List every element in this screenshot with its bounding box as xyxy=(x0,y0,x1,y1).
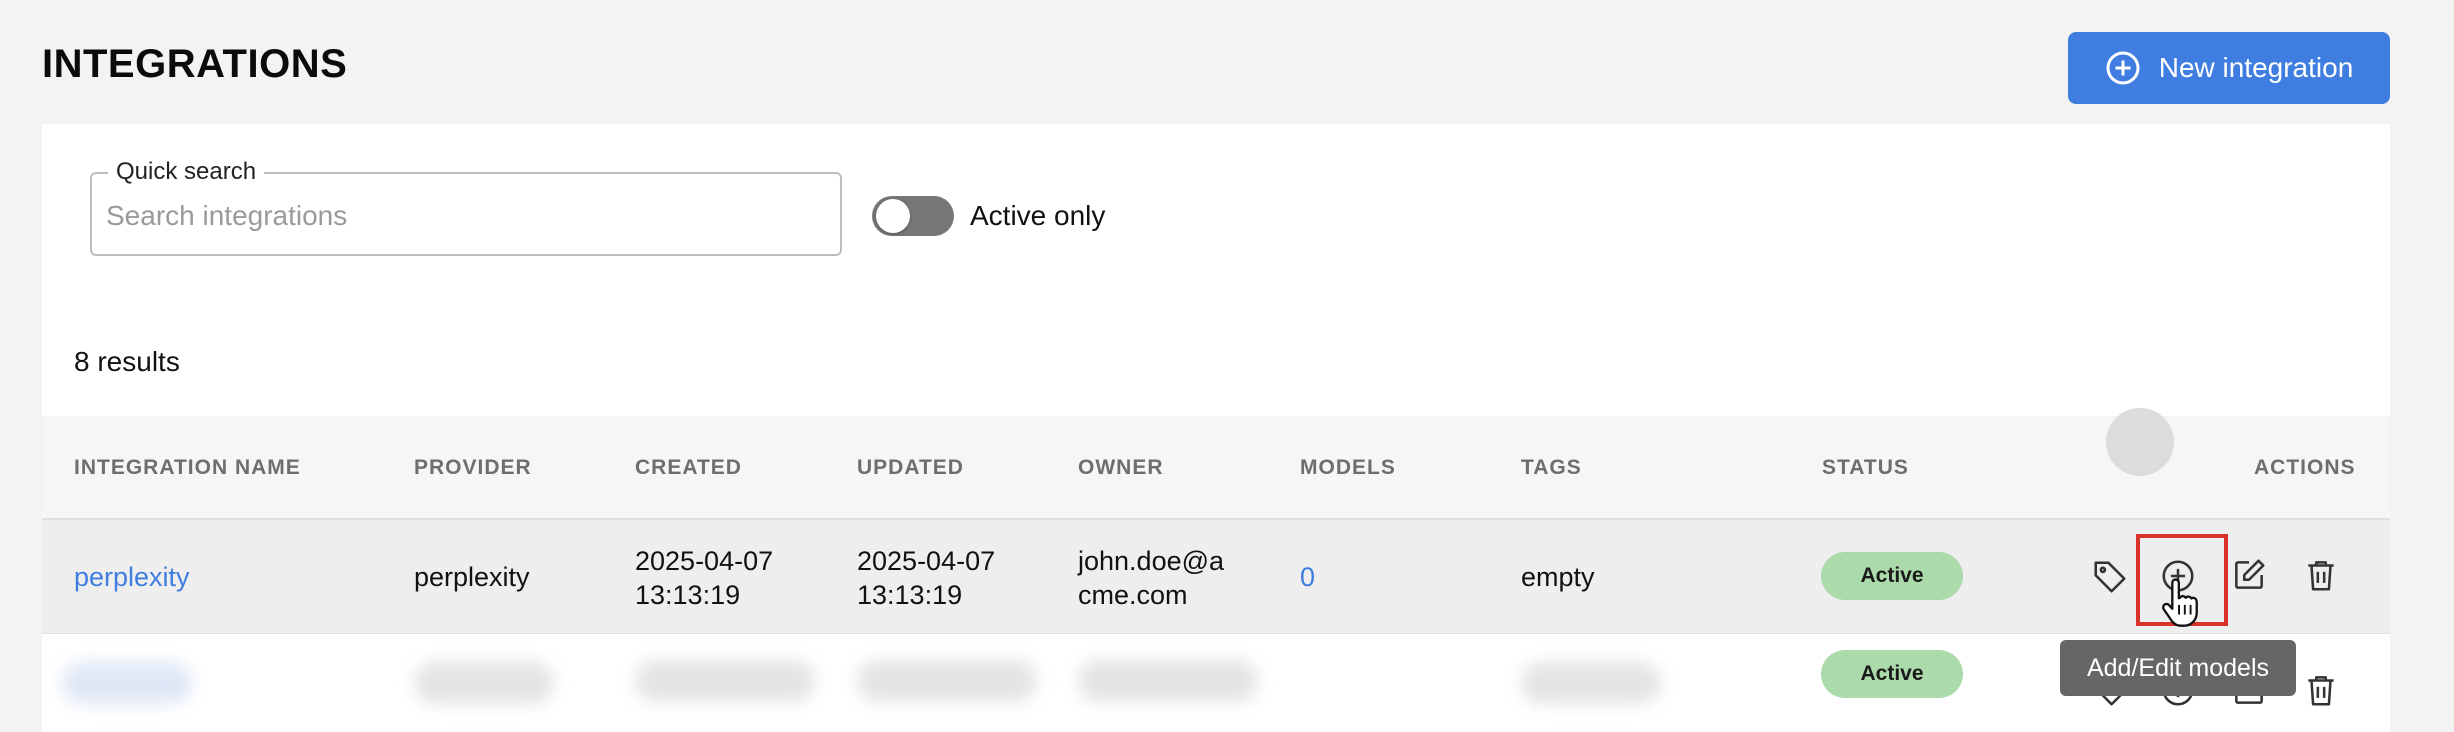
trash-icon[interactable] xyxy=(2299,668,2343,712)
owner-line2: cme.com xyxy=(1078,580,1188,610)
column-actions: ACTIONS xyxy=(2254,456,2356,479)
active-only-toggle[interactable] xyxy=(872,196,954,236)
results-count: 8 results xyxy=(74,346,180,377)
table-row[interactable]: Active xyxy=(42,634,2390,732)
integration-name-link[interactable]: perplexity xyxy=(74,560,190,594)
edit-icon[interactable] xyxy=(2227,553,2271,597)
status-badge: Active xyxy=(1821,552,1963,600)
column-updated[interactable]: UPDATED xyxy=(857,456,964,480)
tags-cell: empty xyxy=(1521,562,1595,592)
blurred-updated xyxy=(857,660,1037,702)
status-badge: Active xyxy=(1821,650,1963,698)
blurred-created xyxy=(635,660,815,702)
new-integration-button[interactable]: New integration xyxy=(2068,32,2390,104)
page-title: INTEGRATIONS xyxy=(42,42,348,86)
plus-circle-icon xyxy=(2106,51,2140,85)
column-tags[interactable]: TAGS xyxy=(1521,456,1582,480)
created-cell: 2025-04-07 13:13:19 xyxy=(635,544,773,612)
hand-cursor-icon xyxy=(2162,578,2198,627)
toggle-knob xyxy=(876,199,910,233)
column-status[interactable]: STATUS xyxy=(1822,456,1909,480)
column-integration-name[interactable]: INTEGRATION NAME xyxy=(74,456,301,480)
created-time: 13:13:19 xyxy=(635,580,741,610)
updated-date: 2025-04-07 xyxy=(857,546,996,576)
search-input[interactable] xyxy=(106,196,806,236)
integrations-card: Quick search Active only 8 results INTEG… xyxy=(42,124,2390,732)
blurred-tags xyxy=(1521,662,1661,704)
updated-time: 13:13:19 xyxy=(857,580,963,610)
column-owner[interactable]: OWNER xyxy=(1078,456,1164,480)
column-models[interactable]: MODELS xyxy=(1300,456,1396,480)
owner-line1: john.doe@a xyxy=(1078,546,1225,576)
blurred-name xyxy=(62,662,192,704)
quick-search-field[interactable]: Quick search xyxy=(90,158,842,256)
column-created[interactable]: CREATED xyxy=(635,456,742,480)
trash-icon[interactable] xyxy=(2299,553,2343,597)
new-integration-label: New integration xyxy=(2158,52,2354,83)
active-only-label: Active only xyxy=(970,200,1106,231)
created-date: 2025-04-07 xyxy=(635,546,774,576)
table-header: INTEGRATION NAME PROVIDER CREATED UPDATE… xyxy=(42,416,2390,520)
hover-highlight xyxy=(2106,408,2174,476)
updated-cell: 2025-04-07 13:13:19 xyxy=(857,544,995,612)
blurred-owner xyxy=(1078,660,1258,702)
owner-cell: john.doe@a cme.com xyxy=(1078,544,1224,612)
tooltip: Add/Edit models xyxy=(2060,640,2296,696)
quick-search-label: Quick search xyxy=(108,158,265,186)
models-count-link[interactable]: 0 xyxy=(1300,560,1315,594)
tag-icon[interactable] xyxy=(2088,555,2132,599)
column-provider[interactable]: PROVIDER xyxy=(414,456,532,480)
provider-cell: perplexity xyxy=(414,562,530,592)
table-row[interactable]: perplexity perplexity 2025-04-07 13:13:1… xyxy=(42,520,2390,634)
blurred-provider xyxy=(414,662,554,704)
